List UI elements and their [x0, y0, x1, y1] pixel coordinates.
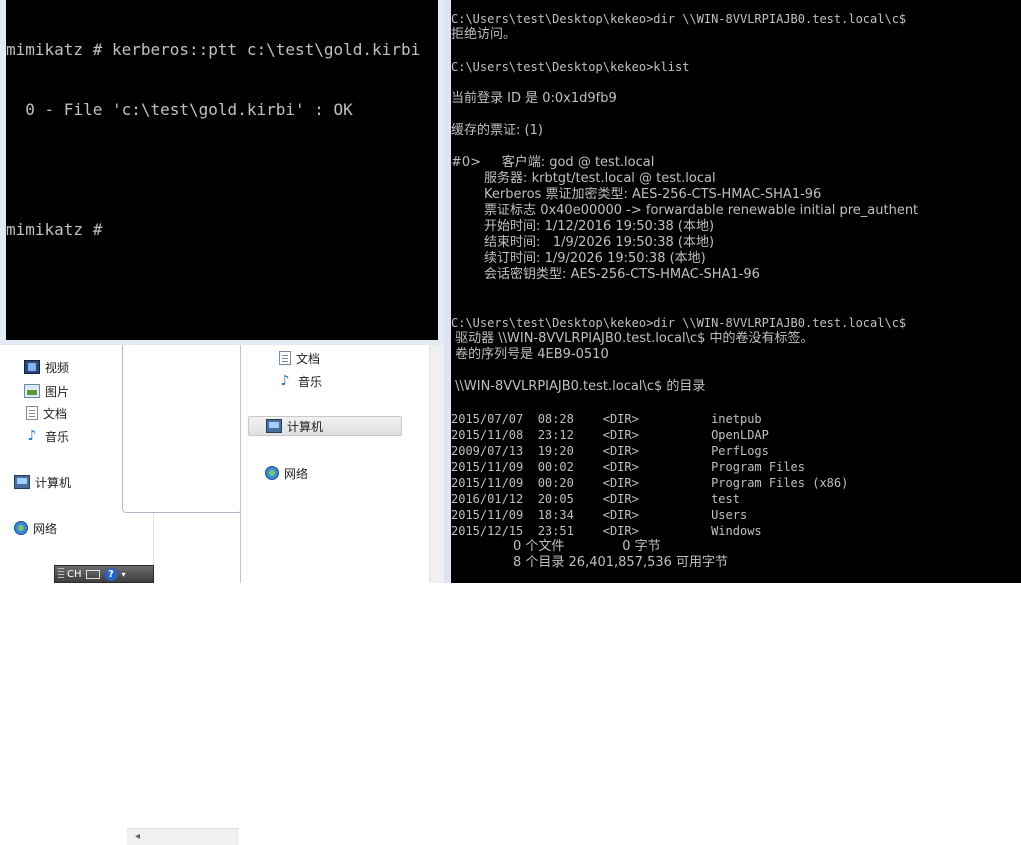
nav-item-label: 计算机: [35, 475, 72, 490]
nav-item-label: 计算机: [287, 419, 324, 434]
nav-item-computer[interactable]: 计算机: [248, 416, 402, 436]
navigation-pane: [241, 340, 406, 583]
network-icon: [14, 521, 28, 535]
dir-listing-row: 2015/07/07 08:28 <DIR> inetpub: [451, 412, 762, 426]
console-line: C:\Users\test\Desktop\kekeo>dir \\WIN-8V…: [451, 316, 907, 330]
console-line: 票证标志 0x40e00000 -> forwardable renewable…: [451, 203, 919, 218]
console-line: 会话密钥类型: AES-256-CTS-HMAC-SHA1-96: [451, 267, 760, 282]
console-line: \\WIN-8VVLRPIAJB0.test.local\c$ 的目录: [451, 379, 706, 394]
nav-item-music[interactable]: ♪ 音乐: [277, 371, 322, 391]
computer-icon: [266, 419, 282, 433]
mimikatz-console-window[interactable]: mimikatz # kerberos::ptt c:\test\gold.ki…: [0, 0, 444, 345]
documents-icon: [26, 406, 38, 420]
documents-icon: [279, 351, 291, 365]
dir-listing-row: 2015/11/09 18:34 <DIR> Users: [451, 508, 748, 522]
scroll-left-arrow-icon[interactable]: ◂: [135, 829, 140, 845]
nav-item-videos[interactable]: 视频: [24, 357, 69, 377]
nav-item-label: 图片: [45, 384, 70, 399]
dir-summary-files: 0 个文件 0 字节: [451, 539, 661, 554]
language-bar[interactable]: CH ? ▾: [54, 565, 154, 583]
dir-listing-row: 2016/01/12 20:05 <DIR> test: [451, 492, 740, 506]
console-line: C:\Users\test\Desktop\kekeo>klist: [451, 60, 690, 74]
dir-listing-row: 2015/12/15 23:51 <DIR> Windows: [451, 524, 762, 538]
nav-item-label: 音乐: [45, 429, 70, 444]
help-icon[interactable]: ?: [104, 567, 118, 581]
nav-item-label: 文档: [296, 351, 321, 366]
explorer-window-right: 文档 ♪ 音乐 计算机 网络: [240, 340, 447, 583]
dir-listing-row: 2015/11/08 23:12 <DIR> OpenLDAP: [451, 428, 769, 442]
nav-item-label: 音乐: [298, 374, 323, 389]
network-icon: [265, 466, 279, 480]
mimikatz-console-output[interactable]: mimikatz # kerberos::ptt c:\test\gold.ki…: [6, 0, 438, 340]
nav-item-pictures[interactable]: 图片: [24, 381, 69, 401]
music-icon: ♪: [280, 373, 290, 389]
console-line: 续订时间: 1/9/2026 19:50:38 (本地): [451, 251, 706, 266]
nav-item-label: 网络: [33, 521, 58, 536]
console-line: mimikatz # kerberos::ptt c:\test\gold.ki…: [6, 40, 421, 59]
console-line: 服务器: krbtgt/test.local @ test.local: [451, 171, 716, 186]
keyboard-icon[interactable]: [85, 569, 100, 579]
console-line: C:\Users\test\Desktop\kekeo>dir \\WIN-8V…: [451, 12, 907, 26]
nav-item-computer[interactable]: 计算机: [14, 472, 71, 492]
console-line: 驱动器 \\WIN-8VVLRPIAJB0.test.local\c$ 中的卷没…: [451, 331, 814, 346]
dir-listing-row: 2015/11/09 00:02 <DIR> Program Files: [451, 460, 806, 474]
console-line: 开始时间: 1/12/2016 19:50:38 (本地): [451, 219, 715, 234]
console-line: 卷的序列号是 4EB9-0510: [451, 347, 609, 362]
console-line: Kerberos 票证加密类型: AES-256-CTS-HMAC-SHA1-9…: [451, 187, 822, 202]
input-language[interactable]: CH: [67, 569, 82, 580]
nav-item-network[interactable]: 网络: [265, 463, 308, 483]
nav-item-music[interactable]: ♪ 音乐: [24, 426, 69, 446]
dir-listing-row: 2009/07/13 19:20 <DIR> PerfLogs: [451, 444, 769, 458]
horizontal-scrollbar[interactable]: ◂: [127, 828, 239, 845]
nav-item-network[interactable]: 网络: [14, 518, 57, 538]
console-line: 结束时间: 1/9/2026 19:50:38 (本地): [451, 235, 715, 250]
music-icon: ♪: [27, 428, 37, 444]
nav-item-label: 视频: [45, 360, 70, 375]
console-prompt[interactable]: mimikatz #: [6, 220, 438, 240]
pictures-icon: [24, 384, 40, 398]
video-icon: [24, 360, 40, 374]
content-pane: [122, 344, 242, 513]
computer-icon: [14, 475, 30, 489]
grip-icon[interactable]: [58, 568, 64, 580]
nav-item-documents[interactable]: 文档: [277, 348, 320, 368]
console-line: 当前登录 ID 是 0:0x1d9fb9: [451, 91, 617, 106]
console-line: #0> 客户端: god @ test.local: [451, 155, 655, 170]
dir-summary-dirs: 8 个目录 26,401,857,536 可用字节: [451, 555, 729, 570]
console-line: 0 - File 'c:\test\gold.kirbi' : OK: [6, 100, 353, 119]
console-line: 缓存的票证: (1): [451, 123, 543, 138]
console-line: 拒绝访问。: [451, 27, 517, 42]
nav-item-documents[interactable]: 文档: [24, 403, 67, 423]
cmd-console-window[interactable]: C:\Users\test\Desktop\kekeo>dir \\WIN-8V…: [444, 0, 1021, 583]
nav-item-label: 网络: [284, 466, 309, 481]
cmd-console-output[interactable]: C:\Users\test\Desktop\kekeo>dir \\WIN-8V…: [451, 0, 1021, 583]
nav-item-label: 文档: [43, 406, 68, 421]
dir-listing-row: 2015/11/09 00:20 <DIR> Program Files (x8…: [451, 476, 849, 490]
explorer-window-left: ◂ 视频 图片 文档 ♪ 音乐 计算机 网络: [0, 344, 242, 845]
chevron-down-icon[interactable]: ▾: [122, 570, 126, 579]
